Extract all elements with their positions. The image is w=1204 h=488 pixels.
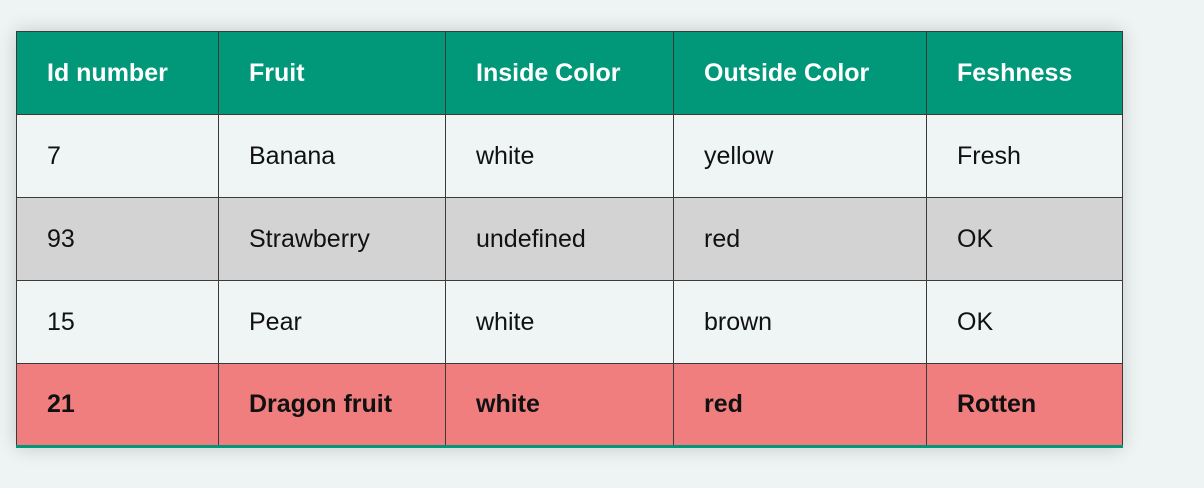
table-row: 93 Strawberry undefined red OK [16, 197, 1123, 281]
header-inside-color: Inside Color [445, 31, 674, 115]
cell-fruit: Strawberry [218, 197, 446, 281]
fruit-table-container: Id number Fruit Inside Color Outside Col… [16, 31, 1123, 448]
table-header: Id number Fruit Inside Color Outside Col… [16, 31, 1123, 115]
table-row: 7 Banana white yellow Fresh [16, 114, 1123, 198]
cell-id-number: 7 [16, 114, 219, 198]
cell-id-number: 15 [16, 280, 219, 364]
header-outside-color: Outside Color [673, 31, 927, 115]
table-body: 7 Banana white yellow Fresh 93 Strawberr… [16, 114, 1123, 447]
cell-inside-color: undefined [445, 197, 674, 281]
cell-fruit: Dragon fruit [218, 363, 446, 447]
table-row: 15 Pear white brown OK [16, 280, 1123, 364]
header-fruit: Fruit [218, 31, 446, 115]
cell-outside-color: red [673, 197, 927, 281]
cell-freshness: Rotten [926, 363, 1123, 447]
fruit-table: Id number Fruit Inside Color Outside Col… [16, 31, 1123, 448]
table-row-highlighted: 21 Dragon fruit white red Rotten [16, 363, 1123, 447]
cell-freshness: OK [926, 197, 1123, 281]
cell-fruit: Pear [218, 280, 446, 364]
header-freshness: Feshness [926, 31, 1123, 115]
cell-freshness: Fresh [926, 114, 1123, 198]
cell-id-number: 93 [16, 197, 219, 281]
cell-fruit: Banana [218, 114, 446, 198]
cell-inside-color: white [445, 114, 674, 198]
cell-inside-color: white [445, 363, 674, 447]
cell-id-number: 21 [16, 363, 219, 447]
cell-outside-color: red [673, 363, 927, 447]
header-id-number: Id number [16, 31, 219, 115]
cell-inside-color: white [445, 280, 674, 364]
cell-outside-color: brown [673, 280, 927, 364]
cell-outside-color: yellow [673, 114, 927, 198]
header-row: Id number Fruit Inside Color Outside Col… [16, 31, 1123, 115]
cell-freshness: OK [926, 280, 1123, 364]
